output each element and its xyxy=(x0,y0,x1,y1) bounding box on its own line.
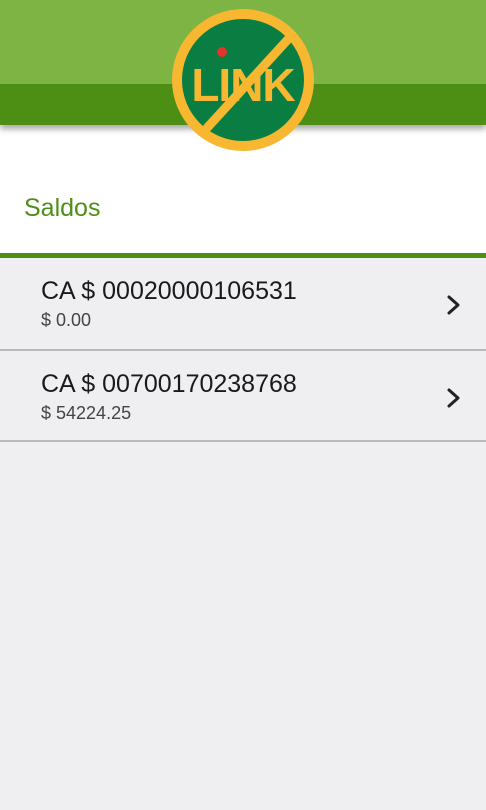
account-balance: $ 0.00 xyxy=(41,310,92,330)
account-row[interactable]: CA $ 00020000106531 $ 0.00 xyxy=(0,258,486,351)
account-balance: $ 54224.25 xyxy=(41,403,132,423)
chevron-right-icon xyxy=(447,295,460,315)
account-name: CA $ 00020000106531 xyxy=(41,277,297,305)
account-list: CA $ 00020000106531 $ 0.00 CA $ 00700170… xyxy=(0,258,486,442)
logo-dot xyxy=(217,47,227,57)
account-name: CA $ 00700170238768 xyxy=(41,370,297,398)
page-title: Saldos xyxy=(24,194,101,222)
account-row[interactable]: CA $ 00700170238768 $ 54224.25 xyxy=(0,351,486,442)
chevron-right-icon xyxy=(447,388,460,408)
link-logo: LINK xyxy=(172,9,314,151)
screen: LINK Saldos CA $ 00020000106531 $ 0.00 C… xyxy=(0,0,486,810)
logo-wordmark: LINK xyxy=(191,59,295,111)
